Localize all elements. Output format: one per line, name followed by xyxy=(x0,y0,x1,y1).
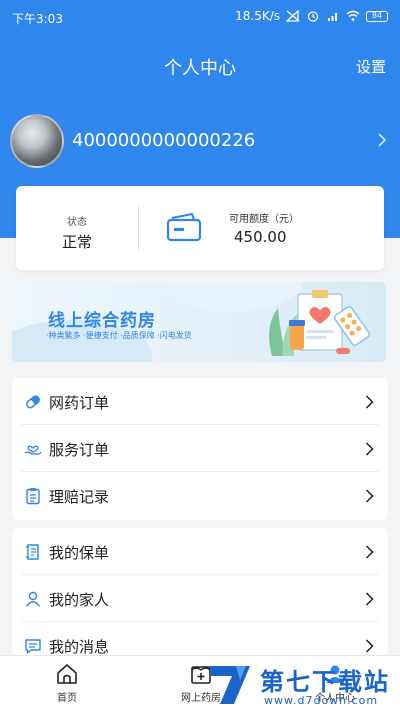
person-icon xyxy=(25,591,41,607)
personal-menu-group: 我的保单 我的家人 我的消息 xyxy=(12,528,388,655)
avatar[interactable] xyxy=(10,114,64,168)
chevron-right-icon xyxy=(378,133,387,147)
menu-item-label: 我的消息 xyxy=(49,638,110,655)
claim-records-item[interactable]: 理赔记录 xyxy=(12,472,388,519)
chevron-right-icon xyxy=(365,442,374,456)
watermark: 第七下载站 www.d7down.com xyxy=(206,658,400,711)
pharmacy-banner[interactable]: 线上综合药房 ·种类繁多 ·便捷支付 ·品质保障 ·闪电发货 xyxy=(12,282,386,362)
settings-button[interactable]: 设置 xyxy=(356,56,386,77)
clipboard-icon xyxy=(26,488,40,505)
heart-hand-icon xyxy=(24,445,42,455)
title-bar: 个人中心 设置 xyxy=(0,48,400,84)
watermark-text: 第七下载站 xyxy=(260,668,390,696)
menu-item-label: 服务订单 xyxy=(49,441,110,459)
signal-off-icon xyxy=(286,10,300,22)
card-divider xyxy=(138,206,139,250)
my-messages-item[interactable]: 我的消息 xyxy=(12,622,388,655)
menu-item-label: 我的家人 xyxy=(49,591,110,609)
credit-card-icon xyxy=(166,213,202,242)
battery-icon: 84 xyxy=(366,10,388,22)
online-drug-orders-item[interactable]: 网药订单 xyxy=(12,378,388,425)
credit-value: 450.00 xyxy=(234,228,287,246)
my-policies-item[interactable]: 我的保单 xyxy=(12,528,388,575)
menu-item-label: 我的保单 xyxy=(49,544,110,562)
alarm-icon xyxy=(307,11,319,22)
page-title: 个人中心 xyxy=(164,58,236,79)
message-icon xyxy=(25,639,41,654)
my-family-item[interactable]: 我的家人 xyxy=(12,575,388,622)
wifi-icon xyxy=(346,10,360,21)
chevron-right-icon xyxy=(365,395,374,409)
user-id: 4000000000000226 xyxy=(72,130,256,151)
watermark-logo-icon xyxy=(210,666,250,704)
home-icon xyxy=(57,664,77,684)
status-label: 状态 xyxy=(67,217,87,228)
account-card: 状态 正常 可用额度（元） 450.00 xyxy=(16,186,384,270)
service-orders-item[interactable]: 服务订单 xyxy=(12,425,388,472)
banner-title: 线上综合药房 xyxy=(48,311,156,331)
menu-item-label: 理赔记录 xyxy=(49,488,110,506)
watermark-url: www.d7down.com xyxy=(264,694,379,707)
hd-signal-icon xyxy=(328,13,337,21)
pill-icon xyxy=(26,395,40,409)
chevron-right-icon xyxy=(365,489,374,503)
chevron-right-icon xyxy=(365,639,374,653)
policy-icon xyxy=(26,544,39,560)
order-menu-group: 网药订单 服务订单 理赔记录 xyxy=(12,378,388,520)
chevron-right-icon xyxy=(365,592,374,606)
tab-label: 首页 xyxy=(57,693,77,704)
status-time: 下午3:03 xyxy=(12,12,63,26)
credit-label: 可用额度（元） xyxy=(229,214,299,225)
banner-subtitle: ·种类繁多 ·便捷支付 ·品质保障 ·闪电发货 xyxy=(46,331,192,340)
tab-home[interactable]: 首页 xyxy=(22,662,112,704)
profile-row[interactable]: 4000000000000226 xyxy=(10,112,390,168)
status-value: 正常 xyxy=(61,233,92,251)
medicine-illustration-icon xyxy=(269,290,371,356)
chevron-right-icon xyxy=(365,545,374,559)
menu-item-label: 网药订单 xyxy=(49,394,110,412)
network-speed: 18.5K/s xyxy=(235,9,280,23)
status-bar: 下午3:03 18.5K/s 84 xyxy=(0,0,400,32)
